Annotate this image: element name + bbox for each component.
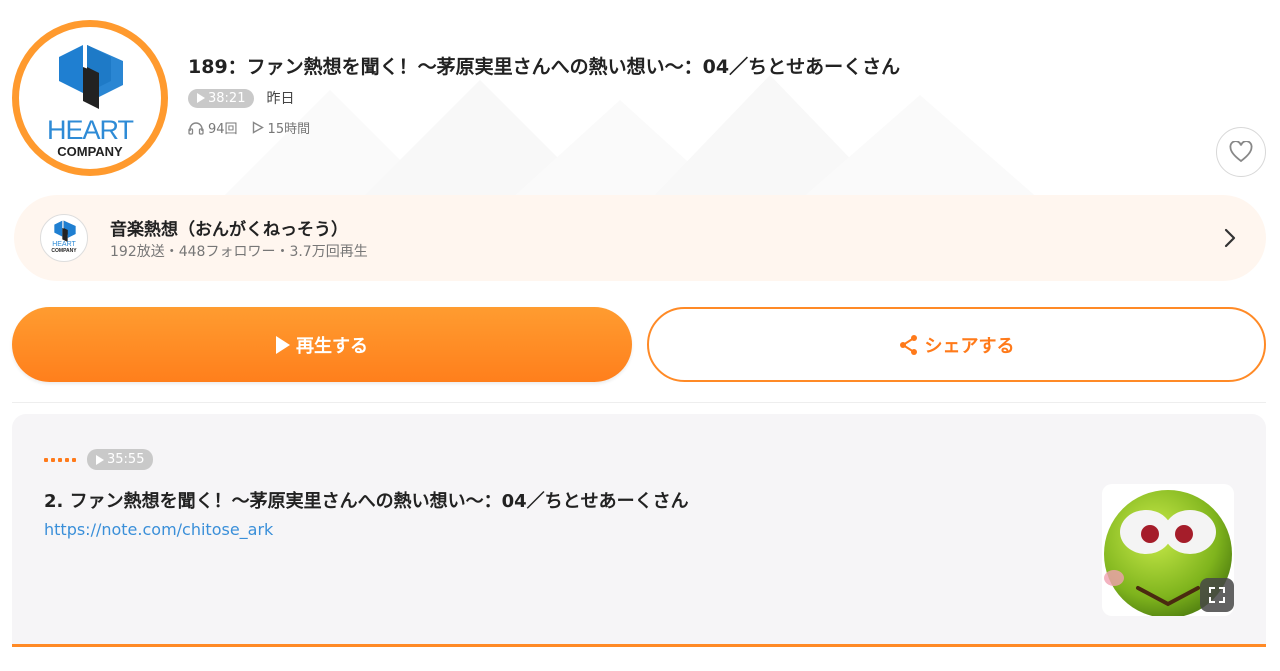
- description-card: 35:55 2. ファン熱想を聞く！〜茅原実里さんへの熱い想い〜：04／ちとせあ…: [12, 414, 1266, 647]
- episode-cover-art: HEART COMPANY: [12, 20, 168, 176]
- like-button[interactable]: [1216, 127, 1266, 177]
- channel-name: 音楽熱想（おんがくねっそう）: [110, 220, 348, 240]
- publish-date: 昨日: [266, 91, 295, 107]
- now-playing-indicator-icon: [44, 458, 76, 462]
- description-title: 2. ファン熱想を聞く！〜茅原実里さんへの熱い想い〜：04／ちとせあーくさん: [44, 491, 689, 512]
- channel-avatar-brand-bottom: COMPANY: [51, 248, 77, 254]
- duration-text: 38:21: [208, 90, 246, 106]
- play-time: 15時間: [252, 118, 311, 137]
- heart-company-logo-mini: [54, 220, 76, 242]
- play-icon: [276, 335, 290, 354]
- expand-image-button[interactable]: [1200, 578, 1234, 612]
- share-button-label: シェアする: [924, 335, 1015, 356]
- play-outline-icon: [252, 121, 264, 134]
- share-button[interactable]: シェアする: [647, 307, 1266, 382]
- listen-count-text: 94回: [208, 122, 238, 137]
- chevron-right-icon: [1224, 228, 1236, 248]
- headphones-icon: [188, 121, 204, 135]
- cover-brand-top: HEART: [46, 115, 134, 145]
- description-duration-badge: 35:55: [87, 449, 154, 470]
- description-link[interactable]: https://note.com/chitose_ark: [44, 520, 273, 539]
- listen-count: 94回: [188, 118, 238, 137]
- play-button-label: 再生する: [296, 335, 368, 356]
- episode-stats: 94回 15時間: [188, 118, 310, 137]
- channel-stats: 192放送・448フォロワー・3.7万回再生: [110, 244, 368, 260]
- heart-company-logo: [59, 45, 123, 109]
- cover-brand-bottom: COMPANY: [57, 144, 123, 159]
- play-button[interactable]: 再生する: [12, 307, 632, 382]
- duration-badge: 38:21: [188, 88, 255, 108]
- channel-card[interactable]: HEART COMPANY 音楽熱想（おんがくねっそう） 192放送・448フォ…: [14, 195, 1266, 281]
- play-triangle-icon: [96, 454, 104, 465]
- play-triangle-icon: [197, 93, 205, 103]
- episode-header: HEART COMPANY 189：ファン熱想を聞く！〜茅原実里さんへの熱い想い…: [0, 0, 1280, 190]
- channel-avatar: HEART COMPANY: [40, 214, 88, 262]
- expand-icon: [1209, 587, 1225, 603]
- share-icon: [899, 334, 917, 355]
- description-duration-text: 35:55: [107, 452, 145, 467]
- episode-thumbnail[interactable]: [1102, 484, 1234, 616]
- episode-title: 189：ファン熱想を聞く！〜茅原実里さんへの熱い想い〜：04／ちとせあーくさん: [188, 56, 901, 78]
- episode-meta: 38:21 昨日: [188, 88, 294, 108]
- section-divider: [12, 402, 1266, 403]
- play-time-text: 15時間: [267, 122, 311, 137]
- heart-icon: [1229, 141, 1253, 163]
